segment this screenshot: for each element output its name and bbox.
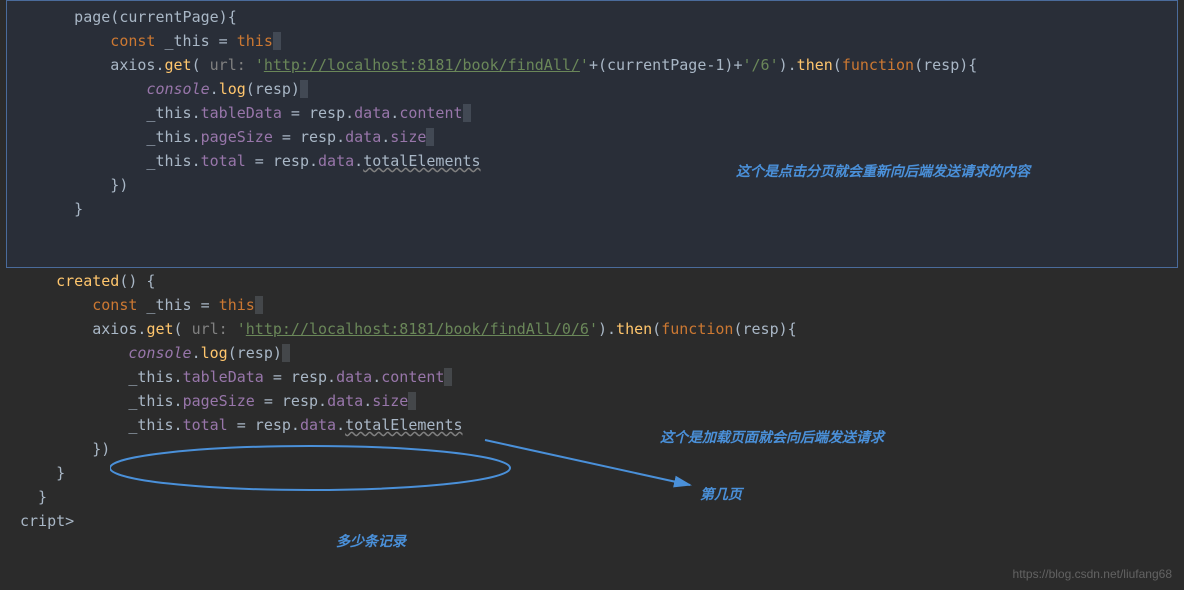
code-line: const _this = this (0, 29, 1184, 53)
code-line: } (0, 485, 1184, 509)
code-line (0, 245, 1184, 269)
code-line: console.log(resp) (0, 77, 1184, 101)
code-line: cript> (0, 509, 1184, 533)
code-line: _this.pageSize = resp.data.size (0, 389, 1184, 413)
code-line: console.log(resp) (0, 341, 1184, 365)
code-line: } (0, 197, 1184, 221)
code-line: _this.tableData = resp.data.content (0, 101, 1184, 125)
annotation-4: 多少条记录 (336, 530, 406, 552)
code-line (0, 221, 1184, 245)
annotation-2: 这个是加载页面就会向后端发送请求 (660, 426, 884, 448)
code-line: }) (0, 437, 1184, 461)
code-line: _this.pageSize = resp.data.size (0, 125, 1184, 149)
annotation-3: 第几页 (700, 483, 742, 505)
code-line: created() { (0, 269, 1184, 293)
code-line: page(currentPage){ (0, 5, 1184, 29)
code-line: const _this = this (0, 293, 1184, 317)
code-line: _this.total = resp.data.totalElements (0, 413, 1184, 437)
code-editor[interactable]: page(currentPage){ const _this = this ax… (0, 5, 1184, 533)
code-line: _this.tableData = resp.data.content (0, 365, 1184, 389)
annotation-1: 这个是点击分页就会重新向后端发送请求的内容 (736, 160, 1030, 182)
code-line: axios.get( url: 'http://localhost:8181/b… (0, 53, 1184, 77)
watermark: https://blog.csdn.net/liufang68 (1013, 565, 1172, 584)
code-line: axios.get( url: 'http://localhost:8181/b… (0, 317, 1184, 341)
code-line: } (0, 461, 1184, 485)
